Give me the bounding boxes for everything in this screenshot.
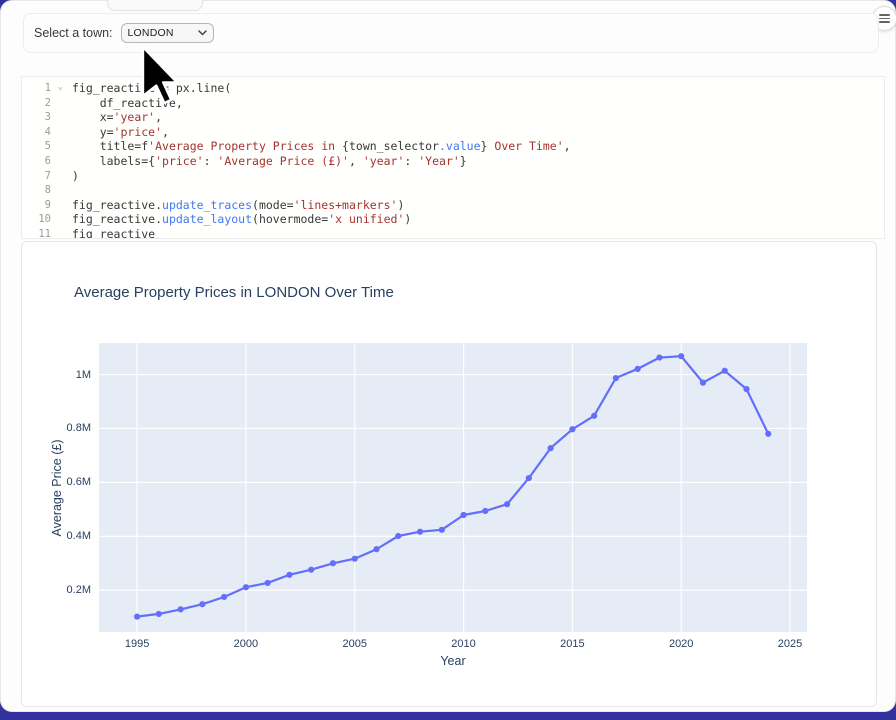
x-tick-label: 2015 [560, 638, 584, 650]
x-tick-label: 2010 [451, 638, 475, 650]
code-text: fig_reactive = px.line( [56, 81, 231, 96]
code-line: 5 title=f'Average Property Prices in {to… [22, 139, 884, 154]
code-text: df_reactive, [56, 96, 183, 111]
data-point[interactable] [308, 567, 314, 573]
y-tick-label: 0.8M [47, 422, 91, 434]
code-text: y='price', [56, 125, 169, 140]
x-tick-label: 2005 [342, 638, 366, 650]
data-point[interactable] [504, 501, 510, 507]
data-point[interactable] [743, 386, 749, 392]
data-point[interactable] [591, 413, 597, 419]
data-point[interactable] [243, 584, 249, 590]
x-axis-title: Year [440, 654, 465, 668]
code-text: fig_reactive.update_layout(hovermode='x … [56, 212, 411, 227]
data-point[interactable] [330, 560, 336, 566]
code-editor[interactable]: 1⌄fig_reactive = px.line(2 df_reactive,3… [21, 76, 885, 239]
line-number: 3 [22, 110, 56, 125]
data-point[interactable] [482, 508, 488, 514]
data-point[interactable] [286, 572, 292, 578]
cut-off-toolbar [107, 0, 203, 11]
y-tick-label: 0.2M [47, 584, 91, 596]
data-point[interactable] [656, 354, 662, 360]
code-line: 3 x='year', [22, 110, 884, 125]
code-text: fig_reactive.update_traces(mode='lines+m… [56, 198, 404, 213]
notebook-panel: Select a town: LONDON 1⌄fig_reactive = p… [0, 0, 896, 712]
hamburger-menu-icon [879, 14, 890, 23]
code-text: labels={'price': 'Average Price (£)', 'y… [56, 154, 467, 169]
line-number: 11 [22, 227, 56, 239]
line-number: 6 [22, 154, 56, 169]
line-number: 5 [22, 139, 56, 154]
data-point[interactable] [395, 533, 401, 539]
code-line: 4 y='price', [22, 125, 884, 140]
town-selector-label: Select a town: [34, 26, 113, 40]
line-chart[interactable] [22, 242, 878, 708]
town-select-value: LONDON [128, 27, 174, 39]
data-point[interactable] [569, 426, 575, 432]
code-line: 2 df_reactive, [22, 96, 884, 111]
data-point[interactable] [722, 368, 728, 374]
data-point[interactable] [635, 366, 641, 372]
data-point[interactable] [439, 527, 445, 533]
data-point[interactable] [460, 512, 466, 518]
code-line: 8 [22, 183, 884, 198]
y-tick-label: 0.4M [47, 530, 91, 542]
data-point[interactable] [548, 445, 554, 451]
code-line: 11fig_reactive [22, 227, 884, 239]
y-tick-label: 1M [47, 369, 91, 381]
x-tick-label: 2025 [778, 638, 802, 650]
code-line: 1⌄fig_reactive = px.line( [22, 81, 884, 96]
line-number: 10 [22, 212, 56, 227]
line-number: 4 [22, 125, 56, 140]
x-tick-label: 2000 [234, 638, 258, 650]
data-point[interactable] [156, 611, 162, 617]
code-text: x='year', [56, 110, 162, 125]
line-number: 1⌄ [22, 81, 56, 96]
y-tick-label: 0.6M [47, 476, 91, 488]
chart-output-cell: Average Property Prices in LONDON Over T… [21, 241, 877, 707]
marimo-notebook-app: { "app": { "background_color": "#34309e"… [0, 0, 896, 720]
x-tick-label: 1995 [125, 638, 149, 650]
data-point[interactable] [765, 431, 771, 437]
town-selector-cell: Select a town: LONDON [23, 13, 879, 53]
data-point[interactable] [265, 580, 271, 586]
data-point[interactable] [373, 546, 379, 552]
code-text [56, 183, 72, 198]
code-text: fig_reactive [56, 227, 155, 239]
data-point[interactable] [178, 606, 184, 612]
data-point[interactable] [352, 556, 358, 562]
data-point[interactable] [221, 594, 227, 600]
code-line: 6 labels={'price': 'Average Price (£)', … [22, 154, 884, 169]
code-line: 10fig_reactive.update_layout(hovermode='… [22, 212, 884, 227]
data-point[interactable] [134, 614, 140, 620]
line-number: 7 [22, 169, 56, 184]
chevron-down-icon[interactable]: ⌄ [58, 80, 63, 95]
data-point[interactable] [678, 353, 684, 359]
code-line: 7) [22, 169, 884, 184]
line-number: 8 [22, 183, 56, 198]
data-point[interactable] [613, 375, 619, 381]
code-line: 9fig_reactive.update_traces(mode='lines+… [22, 198, 884, 213]
x-tick-label: 2020 [669, 638, 693, 650]
town-select-dropdown[interactable]: LONDON [121, 23, 214, 43]
data-point[interactable] [526, 475, 532, 481]
data-point[interactable] [700, 380, 706, 386]
line-number: 9 [22, 198, 56, 213]
data-point[interactable] [417, 529, 423, 535]
code-text: title=f'Average Property Prices in {town… [56, 139, 571, 154]
line-number: 2 [22, 96, 56, 111]
code-text: ) [56, 169, 79, 184]
data-point[interactable] [199, 601, 205, 607]
chevron-down-icon [198, 30, 207, 36]
